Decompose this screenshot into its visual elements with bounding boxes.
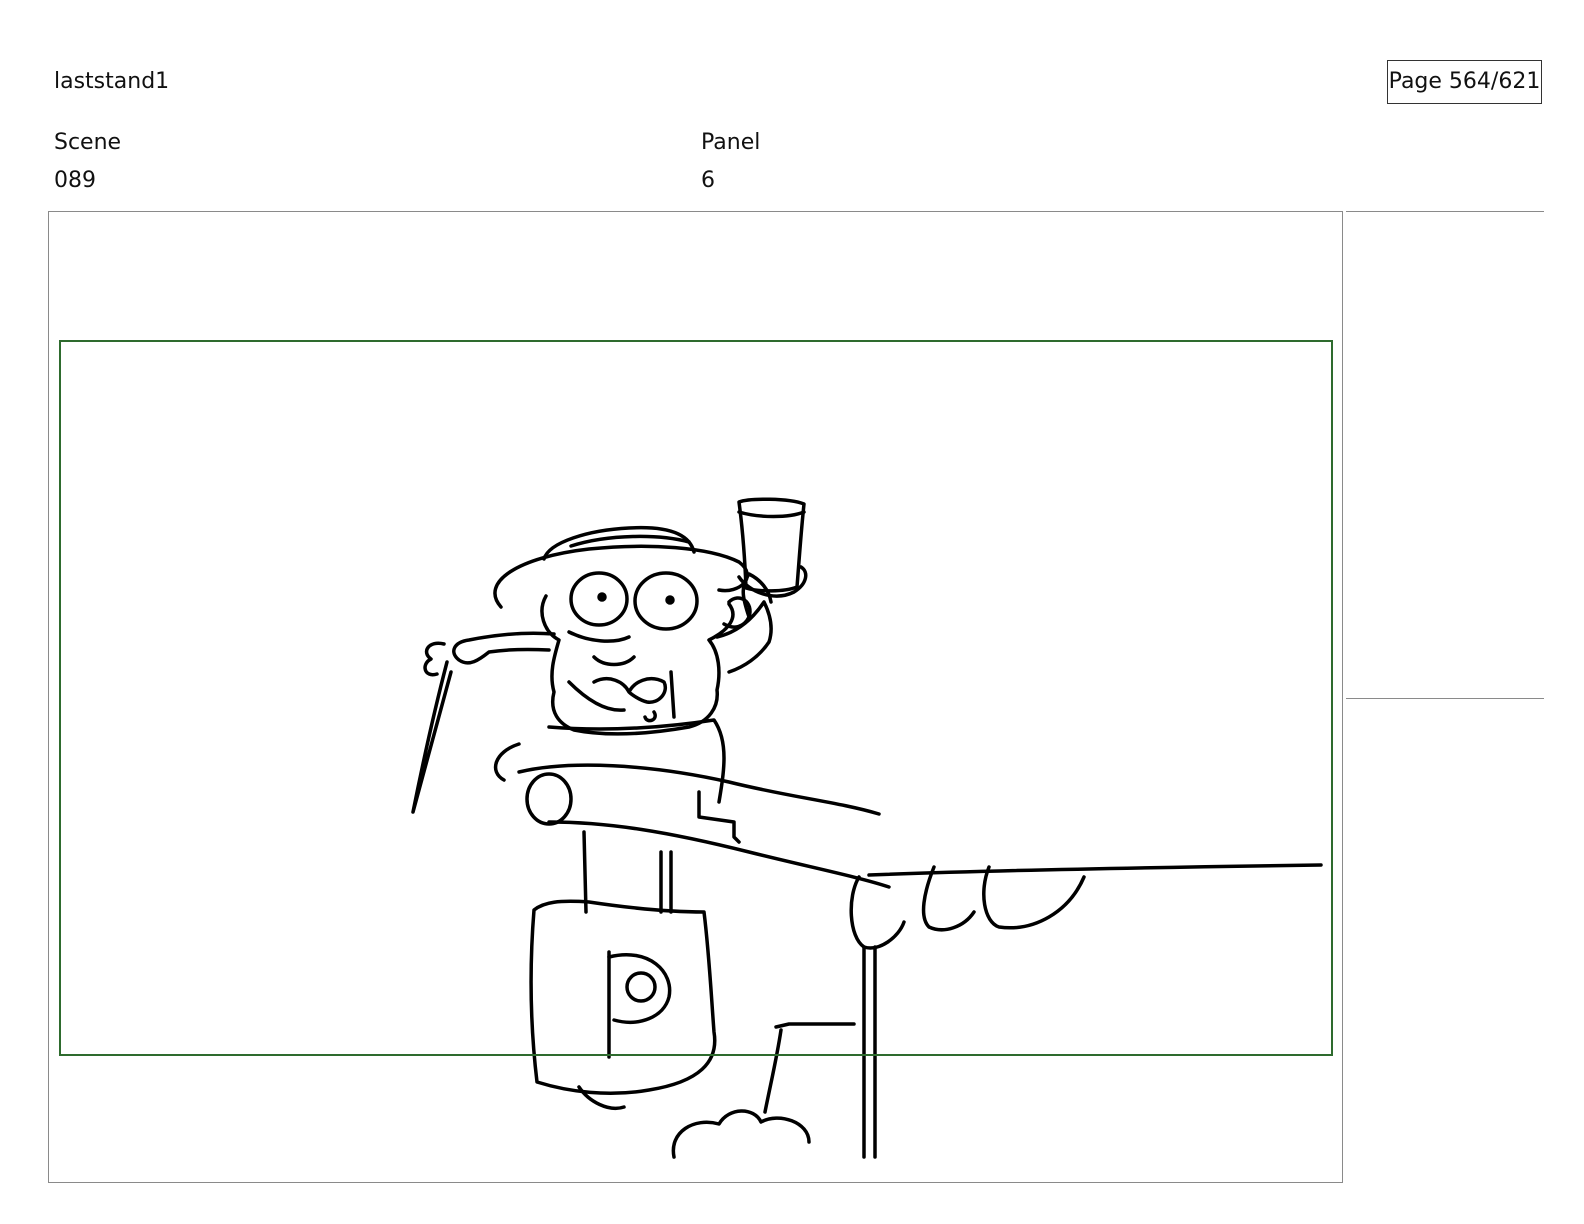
awning-swag-3 [982, 865, 1086, 930]
left-arm [452, 631, 556, 665]
page-counter: Page 564/621 [1387, 60, 1542, 104]
sign-letter-p-bowl [607, 953, 672, 1024]
bow-tie [592, 677, 667, 704]
awning-rod [867, 863, 1323, 877]
cheek-left [567, 630, 631, 643]
hat-crown [542, 525, 696, 561]
sign-board [529, 899, 717, 1095]
right-pupil [665, 595, 675, 605]
left-pupil [597, 592, 607, 602]
stand-bottom-bar [547, 820, 891, 889]
cup-rim [737, 510, 806, 519]
panel-value: 6 [701, 168, 715, 193]
tie-stripe [669, 670, 676, 719]
right-arm [715, 600, 773, 674]
hat-crown-line [569, 534, 691, 548]
notes-divider-top [1346, 211, 1544, 212]
awning-swag-2 [921, 865, 976, 932]
scene-value: 089 [54, 168, 96, 193]
sign-letter-p-hole [625, 971, 657, 1003]
left-hand [423, 641, 446, 677]
project-title: laststand1 [54, 69, 170, 94]
hat-brim [493, 544, 749, 609]
mouth-smile [592, 655, 636, 667]
panel-sketch [411, 497, 1323, 1159]
scene-label: Scene [54, 130, 122, 155]
bush [671, 1109, 811, 1159]
notes-divider-mid [1346, 698, 1544, 699]
head-outline [540, 594, 735, 736]
sign-chain-1 [577, 1085, 626, 1110]
storyboard-panel [48, 211, 1343, 1183]
cane [411, 660, 453, 814]
chair-leg [763, 1028, 783, 1114]
panel-label: Panel [701, 130, 761, 155]
collar-line [567, 680, 626, 712]
sign-post-left [582, 830, 588, 914]
awning-swag-1 [849, 875, 906, 950]
chair-back [774, 1022, 856, 1029]
sign-post-right [659, 850, 673, 914]
tie-knot [643, 710, 657, 723]
pipe-end [525, 772, 573, 826]
